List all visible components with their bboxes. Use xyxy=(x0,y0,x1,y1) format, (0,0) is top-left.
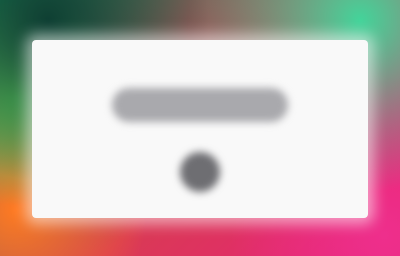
dialog-card xyxy=(32,40,368,218)
circle-icon[interactable] xyxy=(180,152,220,192)
dialog-message-blurred xyxy=(112,88,288,122)
